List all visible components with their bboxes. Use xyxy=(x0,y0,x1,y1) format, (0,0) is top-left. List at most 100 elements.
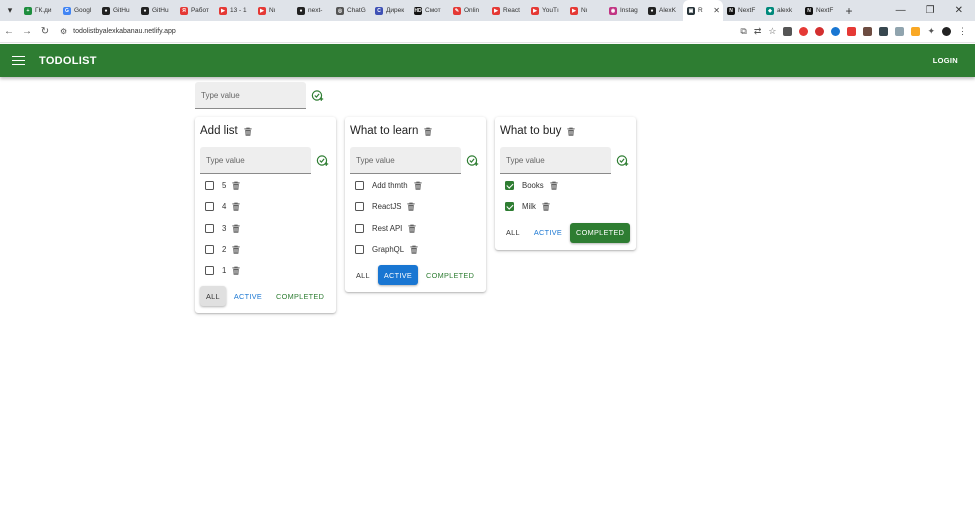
task-label[interactable]: Milk xyxy=(522,202,536,211)
task-label[interactable]: 2 xyxy=(222,245,226,254)
browser-tab[interactable]: ▶ 13 - 1 xyxy=(215,0,254,21)
delete-task-icon[interactable] xyxy=(550,181,558,190)
add-task-field[interactable] xyxy=(350,147,461,174)
todolist-title[interactable]: Add list xyxy=(200,125,238,137)
add-task-input[interactable] xyxy=(356,155,461,165)
delete-task-icon[interactable] xyxy=(408,224,416,233)
add-task-check-icon[interactable] xyxy=(316,154,329,167)
browser-tab[interactable]: N NextF xyxy=(723,0,762,21)
filter-completed-button[interactable]: COMPLETED xyxy=(570,222,631,243)
forward-icon[interactable]: → xyxy=(18,26,36,37)
browser-tab[interactable]: ▶ React xyxy=(488,0,527,21)
task-label[interactable]: Rest API xyxy=(372,224,402,233)
browser-tab[interactable]: ◎ ChatG xyxy=(332,0,371,21)
extension-icon[interactable] xyxy=(879,27,889,36)
restore-icon[interactable]: ❐ xyxy=(926,5,935,16)
task-checkbox[interactable] xyxy=(205,266,214,276)
task-checkbox[interactable] xyxy=(205,223,214,233)
delete-task-icon[interactable] xyxy=(232,224,240,233)
task-label[interactable]: 4 xyxy=(222,202,226,211)
task-checkbox[interactable] xyxy=(355,202,364,212)
browser-tab[interactable]: G Googl xyxy=(59,0,98,21)
extension-icon[interactable] xyxy=(863,27,873,36)
browser-tab[interactable]: ● GitHu xyxy=(98,0,137,21)
filter-active-button[interactable]: ACTIVE xyxy=(228,286,268,306)
task-label[interactable]: Books xyxy=(522,181,544,190)
browser-tab[interactable]: ▶ Nı xyxy=(254,0,293,21)
todolist-title[interactable]: What to learn xyxy=(350,125,418,137)
add-list-input[interactable] xyxy=(201,90,306,100)
delete-task-icon[interactable] xyxy=(407,202,416,212)
delete-list-icon[interactable] xyxy=(424,127,433,136)
task-checkbox[interactable] xyxy=(205,181,214,191)
delete-task-icon[interactable] xyxy=(232,202,240,212)
task-label[interactable]: Add thmth xyxy=(372,181,408,190)
extension-icon[interactable] xyxy=(911,27,921,36)
extension-icon[interactable] xyxy=(847,27,857,36)
menu-icon[interactable] xyxy=(12,55,25,66)
filter-all-button[interactable]: ALL xyxy=(500,223,526,243)
browser-tab[interactable]: ▶ Nı xyxy=(566,0,605,21)
delete-task-icon[interactable] xyxy=(542,202,550,212)
add-task-input[interactable] xyxy=(206,155,311,165)
extension-icon[interactable] xyxy=(895,27,905,36)
delete-list-icon[interactable] xyxy=(244,127,252,136)
delete-list-icon[interactable] xyxy=(567,127,576,136)
close-tab-icon[interactable]: ✕ xyxy=(713,6,720,15)
task-checkbox[interactable] xyxy=(355,181,364,191)
task-checkbox[interactable] xyxy=(355,245,364,255)
task-label[interactable]: ReactJS xyxy=(372,202,401,211)
add-task-check-icon[interactable] xyxy=(311,89,324,102)
todolist-title[interactable]: What to buy xyxy=(500,125,561,137)
puzzle-icon[interactable]: ✦ xyxy=(927,26,935,37)
browser-tab[interactable]: + ГК.ди xyxy=(20,0,59,21)
profile-avatar[interactable] xyxy=(942,27,951,36)
add-task-input[interactable] xyxy=(506,155,611,165)
browser-tab[interactable]: ▶ YouTı xyxy=(527,0,566,21)
add-task-check-icon[interactable] xyxy=(616,154,629,167)
filter-all-button[interactable]: ALL xyxy=(200,286,226,307)
filter-completed-button[interactable]: COMPLETED xyxy=(270,286,330,306)
browser-tab[interactable]: ◆ alexk xyxy=(762,0,801,21)
extension-icon[interactable] xyxy=(831,27,841,36)
add-task-field[interactable] xyxy=(200,147,311,174)
extension-icon[interactable] xyxy=(783,27,793,36)
browser-tab[interactable]: ✎ Onlin xyxy=(449,0,488,21)
task-checkbox[interactable] xyxy=(355,223,364,233)
url-text[interactable]: todolistbyalexkabanau.netlify.app xyxy=(73,28,176,35)
more-vert-icon[interactable]: ⋮ xyxy=(958,26,967,37)
url-bar[interactable]: ⚙ todolistbyalexkabanau.netlify.app xyxy=(60,24,660,40)
task-checkbox[interactable] xyxy=(205,245,214,255)
delete-task-icon[interactable] xyxy=(232,181,240,190)
browser-tab[interactable]: ● AlexK xyxy=(644,0,683,21)
filter-active-button[interactable]: ACTIVE xyxy=(528,223,568,243)
close-window-icon[interactable]: ✕ xyxy=(955,5,963,16)
browser-tab[interactable]: ● next- xyxy=(293,0,332,21)
extension-icon[interactable] xyxy=(799,27,809,36)
browser-tab[interactable]: ● GitHu xyxy=(137,0,176,21)
reload-icon[interactable]: ↻ xyxy=(36,26,54,37)
filter-all-button[interactable]: ALL xyxy=(350,265,376,285)
add-task-check-icon[interactable] xyxy=(466,154,479,167)
translate-icon[interactable]: ⇄ xyxy=(754,26,762,37)
task-checkbox[interactable] xyxy=(505,181,514,191)
browser-tab[interactable]: Я Работ xyxy=(176,0,215,21)
task-label[interactable]: 3 xyxy=(222,224,226,233)
new-tab-button[interactable]: + xyxy=(840,4,858,18)
delete-task-icon[interactable] xyxy=(232,245,240,254)
back-icon[interactable]: ← xyxy=(0,26,18,37)
browser-tab[interactable]: C Дирек xyxy=(371,0,410,21)
task-checkbox[interactable] xyxy=(205,202,214,212)
minimize-icon[interactable]: — xyxy=(896,5,906,16)
browser-tab[interactable]: ◉ Instag xyxy=(605,0,644,21)
delete-task-icon[interactable] xyxy=(410,245,418,254)
browser-tab[interactable]: N NextF xyxy=(801,0,840,21)
filter-active-button[interactable]: ACTIVE xyxy=(377,265,419,286)
site-info-icon[interactable]: ⚙ xyxy=(60,27,67,36)
browser-tab[interactable]: ▣ R ✕ xyxy=(683,0,723,21)
browser-tab[interactable]: HD Смот xyxy=(410,0,449,21)
task-label[interactable]: 1 xyxy=(222,266,226,275)
tab-search-icon[interactable]: ▾ xyxy=(0,0,20,21)
login-button[interactable]: LOGIN xyxy=(933,56,958,65)
task-checkbox[interactable] xyxy=(505,202,514,212)
